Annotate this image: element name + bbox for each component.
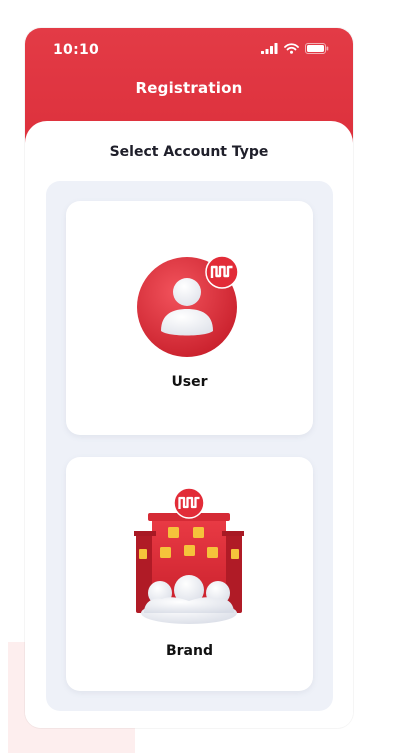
option-label-brand: Brand xyxy=(165,643,213,659)
page-title: Registration xyxy=(135,79,243,97)
account-option-user[interactable]: User xyxy=(66,201,313,435)
brand-logo-badge-icon xyxy=(205,255,239,289)
phone-screen: 10:10 Registration Select Account Type U… xyxy=(25,28,353,728)
content-sheet: Select Account Type User Brand xyxy=(25,121,353,728)
battery-icon xyxy=(305,43,329,54)
option-label-user: User xyxy=(171,374,208,390)
cellular-signal-icon xyxy=(261,43,278,54)
status-icons xyxy=(261,43,329,54)
brand-building-icon xyxy=(134,487,244,624)
account-type-panel: User Brand xyxy=(46,181,333,711)
user-avatar-icon xyxy=(137,255,239,357)
status-time: 10:10 xyxy=(53,42,100,58)
account-option-brand[interactable]: Brand xyxy=(66,457,313,691)
section-title: Select Account Type xyxy=(109,144,269,160)
status-bar: 10:10 xyxy=(25,28,353,72)
brand-logo-badge-icon xyxy=(173,487,205,519)
wifi-icon xyxy=(284,43,299,54)
